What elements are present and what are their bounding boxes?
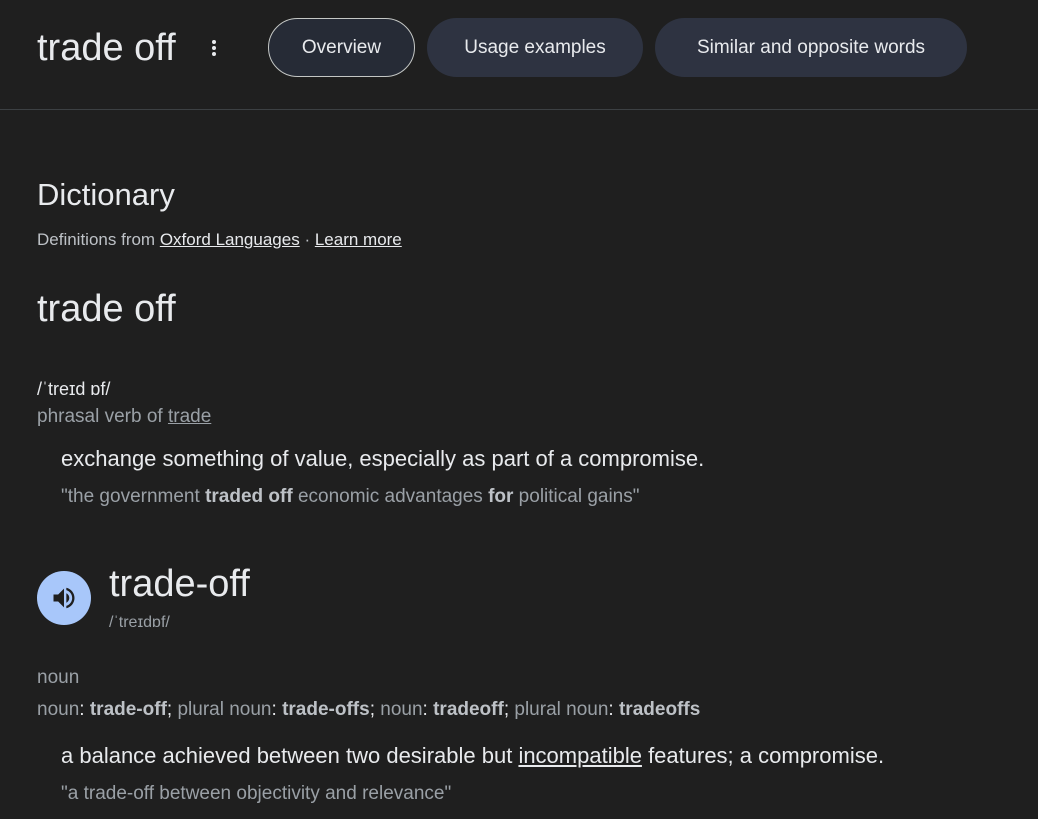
entry2-headword: trade-off — [109, 563, 250, 605]
form-value: trade-offs — [282, 699, 370, 720]
tab-usage-examples[interactable]: Usage examples — [427, 18, 643, 77]
form-label: plural noun — [514, 699, 609, 720]
entry1-definition: exchange something of value, especially … — [61, 446, 705, 471]
form-label: noun — [380, 699, 423, 720]
definitions-source: Definitions from Oxford Languages · Lear… — [37, 229, 402, 251]
ex-text: "the government — [61, 486, 206, 507]
form-value: trade-off — [89, 699, 167, 720]
pos-prefix: phrasal verb of — [37, 406, 168, 427]
incompatible-link[interactable]: incompatible — [518, 743, 642, 768]
more-vert-icon — [212, 40, 216, 56]
form-value: tradeoffs — [618, 699, 701, 720]
tab-overview[interactable]: Overview — [268, 18, 415, 77]
speaker-icon — [53, 587, 75, 609]
page-title: trade off — [37, 27, 176, 69]
form-value: tradeoff — [433, 699, 504, 720]
tab-similar-opposite-words[interactable]: Similar and opposite words — [655, 18, 967, 77]
entry2-part-of-speech: noun — [37, 667, 80, 688]
form-label: plural noun — [177, 699, 272, 720]
entry1-example: "the government traded off economic adva… — [61, 485, 640, 509]
ex-text: political gains" — [513, 486, 640, 507]
oxford-languages-link[interactable]: Oxford Languages — [160, 230, 300, 249]
header-bar: trade off Overview Usage examples Simila… — [0, 0, 1038, 110]
entry1-headword: trade off — [37, 288, 176, 330]
ex-bold: for — [488, 486, 514, 507]
entry2-word-forms: noun: trade-off; plural noun: trade-offs… — [37, 699, 701, 720]
more-options-button[interactable] — [203, 33, 225, 63]
dictionary-heading: Dictionary — [37, 177, 175, 212]
def-text: features; a compromise. — [641, 743, 885, 768]
trade-link[interactable]: trade — [168, 406, 211, 427]
ex-bold: traded off — [205, 486, 293, 507]
source-separator: · — [299, 230, 315, 249]
ex-text: economic advantages — [292, 486, 489, 507]
pronounce-button[interactable] — [37, 571, 91, 625]
entry2-example: "a trade-off between objectivity and rel… — [61, 783, 452, 804]
entry2-pronunciation: /ˈtreɪdɒf/ — [109, 614, 170, 631]
entry1-part-of-speech: phrasal verb of trade — [37, 405, 211, 429]
def-text: a balance achieved between two desirable… — [61, 743, 519, 768]
entry2-definition: a balance achieved between two desirable… — [61, 742, 884, 770]
source-prefix: Definitions from — [37, 230, 160, 249]
entry1-pronunciation: /ˈtreɪd ɒf/ — [37, 379, 111, 399]
learn-more-link[interactable]: Learn more — [315, 230, 402, 249]
form-label: noun — [37, 699, 80, 720]
